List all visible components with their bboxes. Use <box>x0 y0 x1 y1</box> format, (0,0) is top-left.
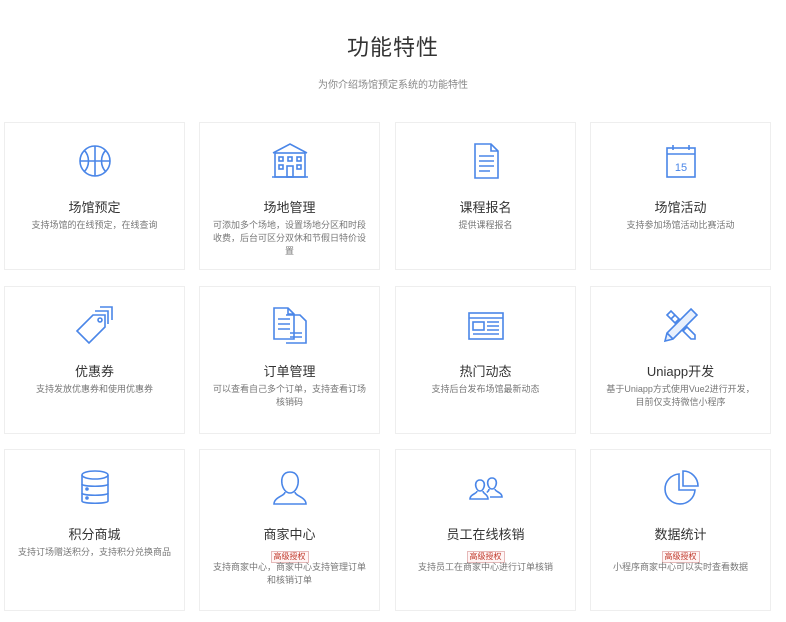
section-title: 功能特性 <box>346 35 439 60</box>
feature-card-field-management[interactable]: 场地管理 可添加多个场地，设置场地分区和时段收费，后台可区分双休和节假日特价设置 <box>199 122 380 270</box>
feature-title: 订单管理 <box>263 364 316 379</box>
feature-title: 课程报名 <box>459 200 512 215</box>
feature-title: 优惠券 <box>74 364 114 379</box>
building-icon <box>200 141 379 181</box>
svg-text:15: 15 <box>674 162 686 174</box>
pencil-ruler-icon <box>591 305 770 345</box>
feature-desc: 基于Uniapp方式使用Vue2进行开发，目前仅支持微信小程序 <box>606 384 755 407</box>
feature-title: 数据统计 <box>654 527 707 542</box>
feature-desc: 支持后台发布场馆最新动态 <box>431 384 540 394</box>
feature-card-venue-activity[interactable]: 15 场馆活动 支持参加场馆活动比赛活动 <box>590 122 771 270</box>
feature-card-merchant-center[interactable]: 商家中心 高级授权 支持商家中心，商家中心支持管理订单和核销订单 <box>199 449 380 611</box>
feature-card-coupons[interactable]: 优惠券 支持发放优惠券和使用优惠券 <box>4 286 185 434</box>
feature-card-points-mall[interactable]: 积分商城 支持订场赠送积分，支持积分兑换商品 <box>4 449 185 611</box>
calendar-icon: 15 <box>591 141 770 181</box>
database-icon <box>5 468 184 508</box>
basketball-icon <box>5 141 184 181</box>
feature-title: 积分商城 <box>68 527 121 542</box>
feature-title: 员工在线核销 <box>446 527 525 542</box>
feature-desc: 支持商家中心，商家中心支持管理订单和核销订单 <box>212 562 366 585</box>
price-tag-icon <box>5 305 184 345</box>
feature-card-order-management[interactable]: 订单管理 可以查看自己多个订单，支持查看订场核销码 <box>199 286 380 434</box>
feature-desc: 可添加多个场地，设置场地分区和时段收费，后台可区分双休和节假日特价设置 <box>212 220 366 256</box>
section-subtitle: 为你介绍场馆预定系统的功能特性 <box>318 80 468 91</box>
feature-desc: 小程序商家中心可以实时查看数据 <box>612 562 748 572</box>
feature-desc: 支持发放优惠券和使用优惠券 <box>35 384 153 394</box>
feature-card-venue-booking[interactable]: 场馆预定 支持场馆的在线预定，在线查询 <box>4 122 185 270</box>
pie-chart-icon <box>591 468 770 508</box>
feature-card-uniapp-dev[interactable]: Uniapp开发 基于Uniapp方式使用Vue2进行开发，目前仅支持微信小程序 <box>590 286 771 434</box>
order-documents-icon <box>200 305 379 345</box>
feature-desc: 支持场馆的在线预定，在线查询 <box>31 220 158 230</box>
feature-title: 场馆活动 <box>654 200 707 215</box>
feature-card-data-statistics[interactable]: 数据统计 高级授权 小程序商家中心可以实时查看数据 <box>590 449 771 611</box>
feature-desc: 可以查看自己多个订单，支持查看订场核销码 <box>212 384 366 407</box>
feature-title: Uniapp开发 <box>646 364 715 379</box>
feature-desc: 支持员工在商家中心进行订单核销 <box>417 562 553 572</box>
feature-card-staff-verification[interactable]: 员工在线核销 高级授权 支持员工在商家中心进行订单核销 <box>395 449 576 611</box>
feature-title: 场馆预定 <box>68 200 121 215</box>
feature-title: 热门动态 <box>459 364 512 379</box>
feature-title: 场地管理 <box>263 200 316 215</box>
section-header: 功能特性 为你介绍场馆预定系统的功能特性 <box>0 30 786 91</box>
user-icon <box>200 468 379 508</box>
newspaper-icon <box>396 305 575 345</box>
feature-desc: 提供课程报名 <box>458 220 513 230</box>
feature-card-hot-news[interactable]: 热门动态 支持后台发布场馆最新动态 <box>395 286 576 434</box>
feature-desc: 支持订场赠送积分，支持积分兑换商品 <box>17 547 171 557</box>
feature-desc: 支持参加场馆活动比赛活动 <box>626 220 735 230</box>
document-icon <box>396 141 575 181</box>
users-icon <box>396 468 575 508</box>
feature-title: 商家中心 <box>263 527 316 542</box>
feature-card-course-signup[interactable]: 课程报名 提供课程报名 <box>395 122 576 270</box>
